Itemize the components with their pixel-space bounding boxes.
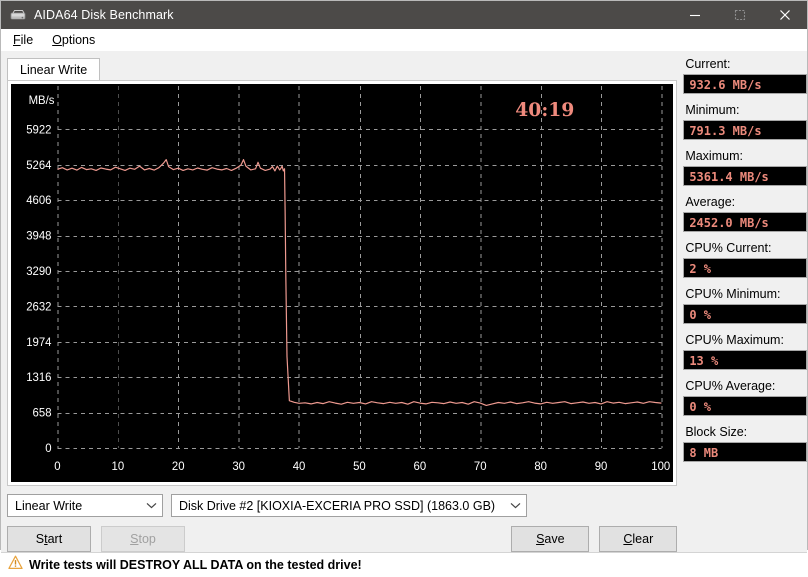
warning-bar: Write tests will DESTROY ALL DATA on the…: [1, 552, 807, 577]
warning-text: Write tests will DESTROY ALL DATA on the…: [29, 558, 362, 572]
stat-value-cpu-maximum: 13 %: [683, 350, 807, 370]
tab-strip: Linear Write: [7, 55, 683, 81]
x-tick-label: 80: [534, 461, 547, 473]
stat-label-cpu-current: CPU% Current:: [685, 241, 772, 255]
elapsed-timer: 40:19: [515, 99, 574, 121]
y-tick-label: 0: [45, 443, 51, 455]
x-tick-label: 50: [353, 461, 366, 473]
stat-label-cpu-minimum: CPU% Minimum:: [685, 287, 781, 301]
stat-label-cpu-average: CPU% Average:: [685, 379, 776, 393]
stat-label-maximum: Maximum:: [685, 149, 743, 163]
benchmark-chart: 0 658 1316 1974 2632 3290 3948 4606 5264 5922 MB/…: [11, 84, 674, 482]
menu-bar: File Options: [1, 29, 807, 51]
stat-block-size: Block Size: 8 MB: [683, 425, 807, 462]
stat-minimum: Minimum: 791.3 MB/s: [683, 103, 807, 140]
stat-value-minimum: 791.3 MB/s: [683, 120, 807, 140]
stat-value-maximum: 5361.4 MB/s: [683, 166, 807, 186]
x-tick-label: 60: [414, 461, 427, 473]
start-button[interactable]: St art: [7, 526, 91, 552]
stat-maximum: Maximum: 5361.4 MB/s: [683, 149, 807, 186]
y-tick-label: 1316: [26, 372, 51, 384]
x-tick-label: 40: [293, 461, 306, 473]
stat-value-cpu-average: 0 %: [683, 396, 807, 416]
y-tick-label: 4606: [26, 195, 51, 207]
title-bar: AIDA64 Disk Benchmark: [1, 1, 807, 29]
y-tick-label: 3948: [26, 231, 51, 243]
x-tick-label: 0: [54, 461, 60, 473]
y-tick-label: 3290: [26, 266, 51, 278]
stat-value-average: 2452.0 MB/s: [683, 212, 807, 232]
stop-button: Stop: [101, 526, 185, 552]
x-tick-label: 90: [595, 461, 608, 473]
x-tick-label: 20: [172, 461, 185, 473]
minimize-icon[interactable]: [672, 1, 717, 29]
selector-row: Linear Write Disk Drive #2 [KIOXIA-EXCER…: [7, 494, 677, 517]
clear-button[interactable]: Clear: [599, 526, 678, 552]
drive-dropdown[interactable]: Disk Drive #2 [KIOXIA-EXCERIA PRO SSD] (…: [171, 494, 527, 517]
x-tick-label: 30: [232, 461, 245, 473]
menu-item-options[interactable]: Options: [48, 31, 104, 49]
y-axis-title: MB/s: [29, 95, 55, 107]
stat-label-average: Average:: [685, 195, 736, 209]
stat-cpu-maximum: CPU% Maximum: 13 %: [683, 333, 807, 370]
stat-value-cpu-current: 2 %: [683, 258, 807, 278]
controls-area: Linear Write Disk Drive #2 [KIOXIA-EXCER…: [1, 486, 684, 552]
warning-triangle-icon: [8, 555, 23, 575]
disk-drive-icon: [10, 7, 26, 23]
chart-panel: 0 658 1316 1974 2632 3290 3948 4606 5264 5922 MB/…: [7, 80, 678, 486]
stat-label-minimum: Minimum:: [685, 103, 740, 117]
chevron-down-icon: [140, 502, 162, 509]
chart-column: Linear Write 0 658 1316 1974 2632 3290 3948 460…: [1, 51, 684, 552]
menu-item-file[interactable]: File: [9, 31, 42, 49]
test-mode-value: Linear Write: [15, 498, 83, 513]
y-tick-label: 5264: [26, 160, 52, 172]
maximize-icon[interactable]: [717, 1, 762, 29]
stat-label-current: Current:: [685, 57, 731, 71]
y-tick-label: 1974: [26, 337, 52, 349]
close-icon[interactable]: [762, 1, 807, 29]
y-tick-label: 5922: [26, 124, 51, 136]
stat-value-cpu-minimum: 0 %: [683, 304, 807, 324]
window-controls: [672, 1, 807, 29]
stat-value-current: 932.6 MB/s: [683, 74, 807, 94]
chart-svg: 0 658 1316 1974 2632 3290 3948 4606 5264 5922 MB/…: [11, 84, 674, 482]
stat-cpu-current: CPU% Current: 2 %: [683, 241, 807, 278]
stat-current: Current: 932.6 MB/s: [683, 57, 807, 94]
chevron-down-icon: [504, 502, 526, 509]
x-tick-label: 100 %: [651, 461, 673, 473]
stat-label-block-size: Block Size:: [685, 425, 748, 439]
x-tick-label: 10: [112, 461, 125, 473]
stat-cpu-minimum: CPU% Minimum: 0 %: [683, 287, 807, 324]
stat-cpu-average: CPU% Average: 0 %: [683, 379, 807, 416]
aida64-disk-benchmark-window: AIDA64 Disk Benchmark File Options Linea…: [0, 0, 808, 577]
y-tick-label: 2632: [26, 301, 51, 313]
button-row: St art Stop Save Clear: [7, 526, 678, 552]
main-content: Linear Write 0 658 1316 1974 2632 3290 3948 460…: [1, 51, 807, 552]
statistics-panel: Current: 932.6 MB/s Minimum: 791.3 MB/s …: [683, 51, 807, 552]
x-tick-label: 70: [474, 461, 487, 473]
stat-value-block-size: 8 MB: [683, 442, 807, 462]
drive-value: Disk Drive #2 [KIOXIA-EXCERIA PRO SSD] (…: [179, 498, 496, 513]
stat-average: Average: 2452.0 MB/s: [683, 195, 807, 232]
stat-label-cpu-maximum: CPU% Maximum:: [685, 333, 784, 347]
window-title: AIDA64 Disk Benchmark: [34, 8, 174, 22]
save-button[interactable]: Save: [511, 526, 590, 552]
test-mode-dropdown[interactable]: Linear Write: [7, 494, 163, 517]
tab-linear-write[interactable]: Linear Write: [7, 58, 101, 81]
y-tick-label: 658: [33, 408, 52, 420]
